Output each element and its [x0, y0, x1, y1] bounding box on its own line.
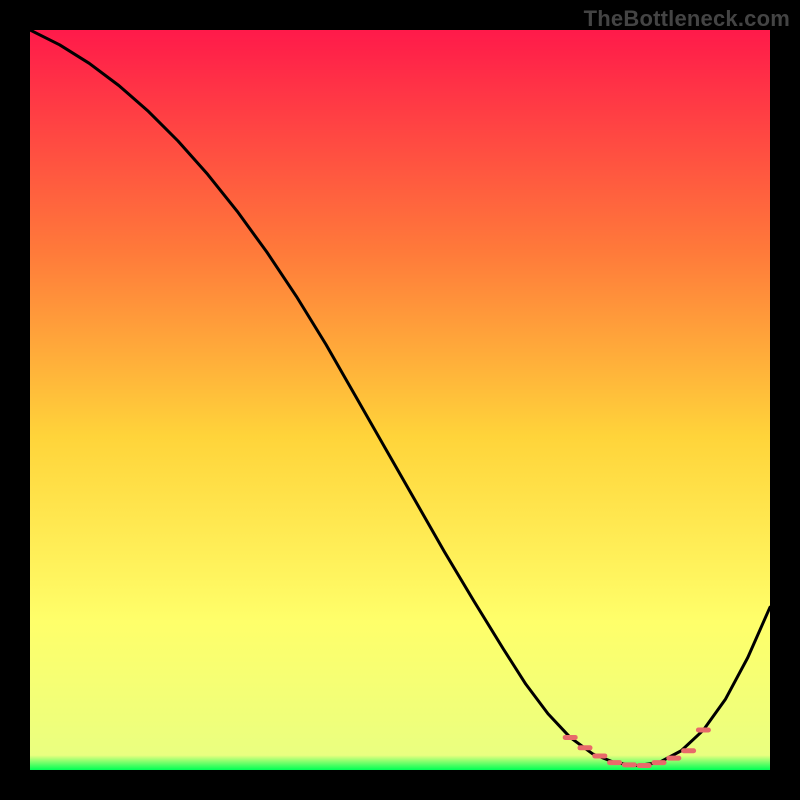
chart-container: TheBottleneck.com	[0, 0, 800, 800]
bottleneck-chart	[30, 30, 770, 770]
gradient-background	[30, 30, 770, 770]
watermark: TheBottleneck.com	[584, 6, 790, 32]
